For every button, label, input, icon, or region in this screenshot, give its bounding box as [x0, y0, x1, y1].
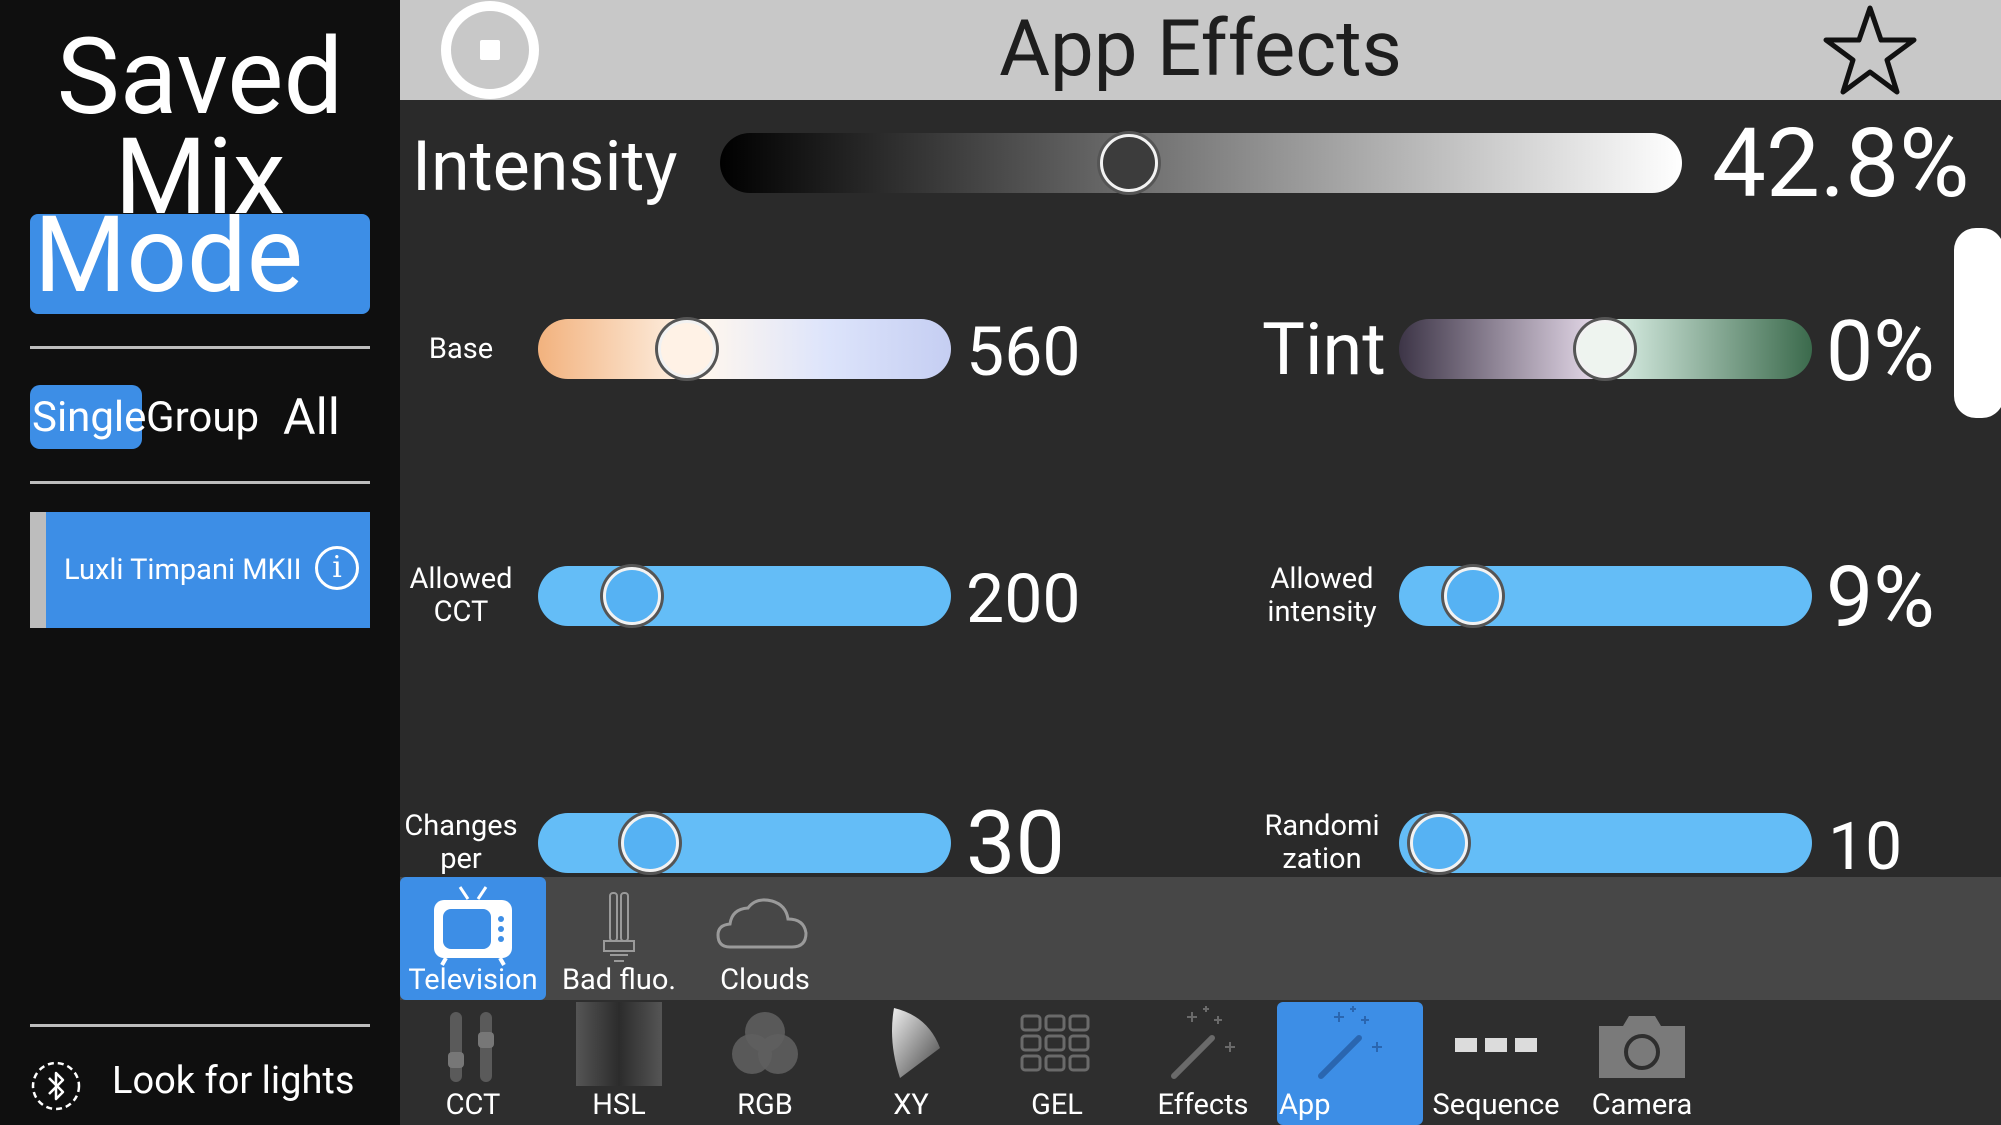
nav-xy[interactable]: XY: [838, 1002, 984, 1125]
tint-slider[interactable]: [1399, 319, 1812, 379]
randomization-label-line2: zation: [1282, 842, 1362, 876]
look-for-lights-button[interactable]: Look for lights: [30, 1040, 370, 1120]
light-item-label: Luxli Timpani MKII: [64, 553, 302, 587]
bluetooth-icon: [31, 1061, 81, 1111]
allowed-intensity-label: Allowed intensity: [1245, 563, 1399, 629]
light-list-item[interactable]: Luxli Timpani MKII i: [30, 512, 370, 628]
info-icon[interactable]: i: [315, 546, 359, 590]
nav-gel-label: GEL: [1031, 1088, 1083, 1122]
allowed-cct-label: Allowed CCT: [400, 563, 522, 629]
single-label: Single: [32, 393, 147, 442]
sidebar: Saved Mix Mode Single Group All Luxli Ti…: [0, 0, 400, 1125]
allowed-intensity-slider-handle[interactable]: [1444, 567, 1502, 625]
changes-per-label: Changes per: [400, 810, 522, 876]
allowed-cct-value: 200: [966, 559, 1081, 639]
tint-value: 0%: [1826, 302, 1935, 401]
nav-sequence-label: Sequence: [1432, 1088, 1560, 1122]
cloud-icon: [716, 898, 808, 949]
tint-label: Tint: [1262, 307, 1386, 392]
cct-sliders-icon: [448, 1012, 494, 1082]
nav-gel[interactable]: GEL: [984, 1002, 1130, 1125]
changes-per-label-line2: per: [440, 842, 482, 876]
light-item-indicator: [30, 512, 46, 628]
divider: [30, 346, 370, 349]
changes-per-slider[interactable]: [538, 813, 951, 873]
gel-grid-icon: [1020, 1014, 1090, 1072]
nav-hsl-label: HSL: [592, 1088, 646, 1122]
all-button[interactable]: All: [283, 392, 340, 444]
changes-per-slider-handle[interactable]: [621, 814, 679, 872]
nav-xy-label: XY: [893, 1088, 929, 1122]
intensity-value: 42.8%: [1712, 108, 1970, 220]
stop-icon[interactable]: [440, 0, 540, 100]
television-icon: [434, 886, 512, 966]
effect-bad-fluo-label: Bad fluo.: [561, 963, 677, 997]
nav-effects-label: Effects: [1157, 1088, 1249, 1122]
camera-icon: [1599, 1016, 1685, 1078]
allowed-intensity-slider[interactable]: [1399, 566, 1812, 626]
nav-app-label: App: [1279, 1088, 1331, 1122]
scrollbar-thumb[interactable]: [1954, 228, 2001, 418]
intensity-slider[interactable]: [720, 133, 1682, 193]
mode-title-mode[interactable]: Mode: [30, 214, 370, 314]
nav-cct-label: CCT: [445, 1088, 501, 1122]
base-value: 560: [966, 312, 1081, 392]
randomization-value: 10: [1828, 809, 1903, 886]
allowed-cct-label-line1: Allowed: [409, 562, 513, 596]
tint-slider-handle[interactable]: [1576, 320, 1634, 378]
randomization-slider-handle[interactable]: [1410, 814, 1468, 872]
nav-app[interactable]: App: [1277, 1002, 1423, 1125]
sequence-icon: [1455, 1038, 1537, 1052]
nav-camera-label: Camera: [1591, 1088, 1693, 1122]
magic-wand-icon: [1171, 1006, 1235, 1079]
nav-rgb-label: RGB: [737, 1088, 793, 1122]
header-bar: App Effects: [400, 0, 2001, 100]
nav-rgb[interactable]: RGB: [692, 1002, 838, 1125]
effect-television-label: Television: [408, 963, 538, 997]
effect-bad-fluo[interactable]: Bad fluo.: [546, 877, 692, 1000]
intensity-label: Intensity: [412, 126, 678, 208]
nav-hsl[interactable]: HSL: [546, 1002, 692, 1125]
randomization-label-line1: Randomi: [1264, 809, 1380, 843]
allowed-intensity-label-line1: Allowed: [1270, 562, 1374, 596]
nav-effects[interactable]: Effects: [1130, 1002, 1276, 1125]
divider: [30, 1024, 370, 1027]
intensity-slider-handle[interactable]: [1100, 134, 1158, 192]
hsl-gradient-icon: [576, 1002, 662, 1086]
group-button[interactable]: Group: [146, 392, 259, 444]
nav-cct[interactable]: CCT: [400, 1002, 546, 1125]
effect-clouds[interactable]: Clouds: [692, 877, 838, 1000]
randomization-slider[interactable]: [1399, 813, 1812, 873]
fluorescent-tube-icon: [603, 892, 635, 962]
base-slider[interactable]: [538, 319, 951, 379]
changes-per-label-line1: Changes: [404, 809, 518, 843]
allowed-cct-slider[interactable]: [538, 566, 951, 626]
randomization-label: Randomi zation: [1245, 810, 1399, 876]
allowed-intensity-label-line2: intensity: [1267, 595, 1377, 629]
look-for-lights-label: Look for lights: [112, 1059, 355, 1103]
allowed-cct-slider-handle[interactable]: [603, 567, 661, 625]
info-icon-glyph: i: [332, 550, 342, 585]
base-slider-handle[interactable]: [658, 320, 716, 378]
star-icon[interactable]: [1820, 2, 1920, 98]
mode-title-mode-label: Mode: [34, 214, 303, 314]
allowed-cct-label-line2: CCT: [433, 595, 489, 629]
nav-sequence[interactable]: Sequence: [1423, 1002, 1569, 1125]
rgb-circles-icon: [732, 1012, 798, 1074]
changes-per-value: 30: [966, 792, 1065, 895]
effect-television[interactable]: Television: [400, 877, 546, 1000]
magic-wand-icon: [1318, 1006, 1382, 1079]
page-title: App Effects: [999, 4, 1402, 95]
divider: [30, 481, 370, 484]
xy-cone-icon: [892, 1008, 940, 1078]
allowed-intensity-value: 9%: [1826, 548, 1935, 647]
base-label: Base: [428, 332, 494, 366]
effect-clouds-label: Clouds: [720, 963, 810, 997]
nav-camera[interactable]: Camera: [1569, 1002, 1715, 1125]
